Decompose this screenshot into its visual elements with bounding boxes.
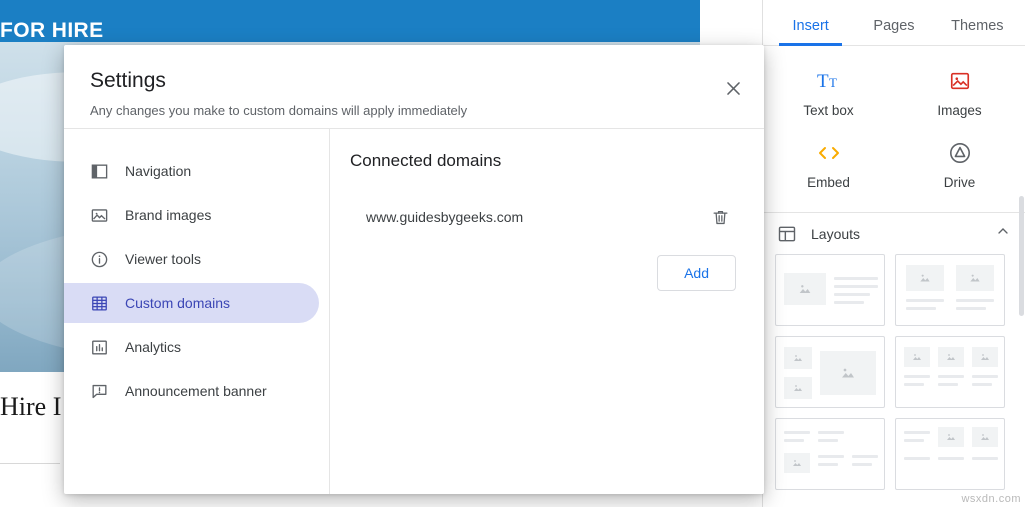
brand-images-icon — [88, 206, 110, 225]
insert-item-label: Text box — [803, 103, 854, 118]
sidebar-item-navigation[interactable]: Navigation — [64, 151, 319, 191]
insert-item-text-box[interactable]: TT Text box — [763, 58, 894, 130]
chevron-up-icon[interactable] — [995, 223, 1011, 244]
watermark: wsxdn.com — [961, 493, 1021, 505]
panel-scrollbar-thumb[interactable] — [1019, 196, 1024, 316]
svg-text:T: T — [829, 75, 837, 90]
image-placeholder-icon — [906, 265, 944, 291]
custom-domains-pane: Connected domains www.guidesbygeeks.com — [330, 129, 764, 494]
trash-icon[interactable] — [704, 201, 736, 233]
add-domain-row: Add — [350, 255, 736, 291]
insert-item-label: Embed — [807, 175, 850, 190]
navigation-icon — [88, 162, 110, 181]
image-placeholder-icon — [956, 265, 994, 291]
image-placeholder-icon — [972, 427, 998, 447]
sidebar-item-custom-domains[interactable]: Custom domains — [64, 283, 319, 323]
insert-item-embed[interactable]: Embed — [763, 130, 894, 202]
tab-pages[interactable]: Pages — [852, 18, 935, 45]
text-box-icon: TT — [817, 68, 841, 94]
analytics-bars-icon — [88, 338, 110, 357]
site-header-title: FOR HIRE — [0, 19, 104, 42]
image-placeholder-icon — [784, 377, 812, 399]
tab-themes[interactable]: Themes — [936, 18, 1019, 45]
connected-domains-heading: Connected domains — [350, 151, 502, 170]
image-placeholder-icon — [820, 351, 876, 395]
insert-item-drive[interactable]: Drive — [894, 130, 1025, 202]
sidebar-item-label: Analytics — [125, 339, 182, 355]
image-placeholder-icon — [938, 347, 964, 367]
announcement-icon — [88, 382, 110, 401]
insert-item-label: Images — [937, 103, 982, 118]
insert-item-label: Drive — [943, 175, 976, 190]
layouts-section-title: Layouts — [811, 225, 861, 242]
layout-thumbnail[interactable] — [895, 418, 1005, 490]
image-placeholder-icon — [784, 273, 826, 305]
site-header-bar — [0, 0, 700, 42]
sidebar-item-viewer-tools[interactable]: Viewer tools — [64, 239, 319, 279]
panel-tabs: Insert Pages Themes — [763, 0, 1025, 46]
domain-row: www.guidesbygeeks.com — [350, 201, 736, 233]
layout-thumbnail[interactable] — [775, 254, 885, 326]
layout-thumbnail[interactable] — [895, 254, 1005, 326]
sidebar-item-label: Custom domains — [125, 295, 231, 311]
image-placeholder-icon — [904, 347, 930, 367]
layout-thumbnail[interactable] — [775, 336, 885, 408]
layouts-grid-icon — [777, 224, 797, 244]
image-placeholder-icon — [784, 347, 812, 369]
dialog-subtitle: Any changes you make to custom domains w… — [90, 103, 468, 118]
sidebar-item-label: Announcement banner — [125, 383, 267, 399]
domains-building-icon — [88, 294, 110, 313]
add-button[interactable]: Add — [657, 255, 736, 291]
insert-item-images[interactable]: Images — [894, 58, 1025, 130]
svg-text:T: T — [817, 71, 829, 92]
layouts-section-header[interactable]: Layouts — [763, 213, 1025, 254]
tab-insert[interactable]: Insert — [769, 18, 852, 46]
drive-icon — [948, 140, 972, 166]
embed-code-icon — [816, 140, 842, 166]
image-placeholder-icon — [938, 427, 964, 447]
image-placeholder-icon — [972, 347, 998, 367]
app-root: FOR HIRE Hire I Insert Pages Themes TT T… — [0, 0, 1025, 507]
info-circle-icon — [88, 250, 110, 269]
dialog-body: Navigation Brand images Viewer tools Cus… — [64, 129, 764, 494]
sidebar-item-label: Viewer tools — [125, 251, 202, 267]
insert-panel: Insert Pages Themes TT Text box Images E… — [762, 0, 1025, 507]
site-body-heading: Hire I — [0, 392, 62, 421]
images-icon — [949, 68, 971, 94]
sidebar-item-brand-images[interactable]: Brand images — [64, 195, 319, 235]
sidebar-item-analytics[interactable]: Analytics — [64, 327, 319, 367]
sidebar-item-label: Brand images — [125, 207, 212, 223]
layouts-gallery — [763, 254, 1025, 490]
sidebar-item-announcement-banner[interactable]: Announcement banner — [64, 371, 319, 411]
settings-nav: Navigation Brand images Viewer tools Cus… — [64, 129, 330, 494]
sidebar-item-label: Navigation — [125, 163, 192, 179]
site-divider — [0, 463, 60, 464]
settings-dialog: Settings Any changes you make to custom … — [64, 45, 764, 494]
image-placeholder-icon — [784, 453, 810, 473]
layout-thumbnail[interactable] — [895, 336, 1005, 408]
insert-items-grid: TT Text box Images Embed Drive — [763, 46, 1025, 208]
close-icon[interactable] — [716, 71, 750, 105]
domain-name: www.guidesbygeeks.com — [366, 209, 524, 225]
dialog-title: Settings — [90, 69, 166, 92]
panel-scrollbar[interactable] — [1019, 46, 1025, 507]
layout-thumbnail[interactable] — [775, 418, 885, 490]
